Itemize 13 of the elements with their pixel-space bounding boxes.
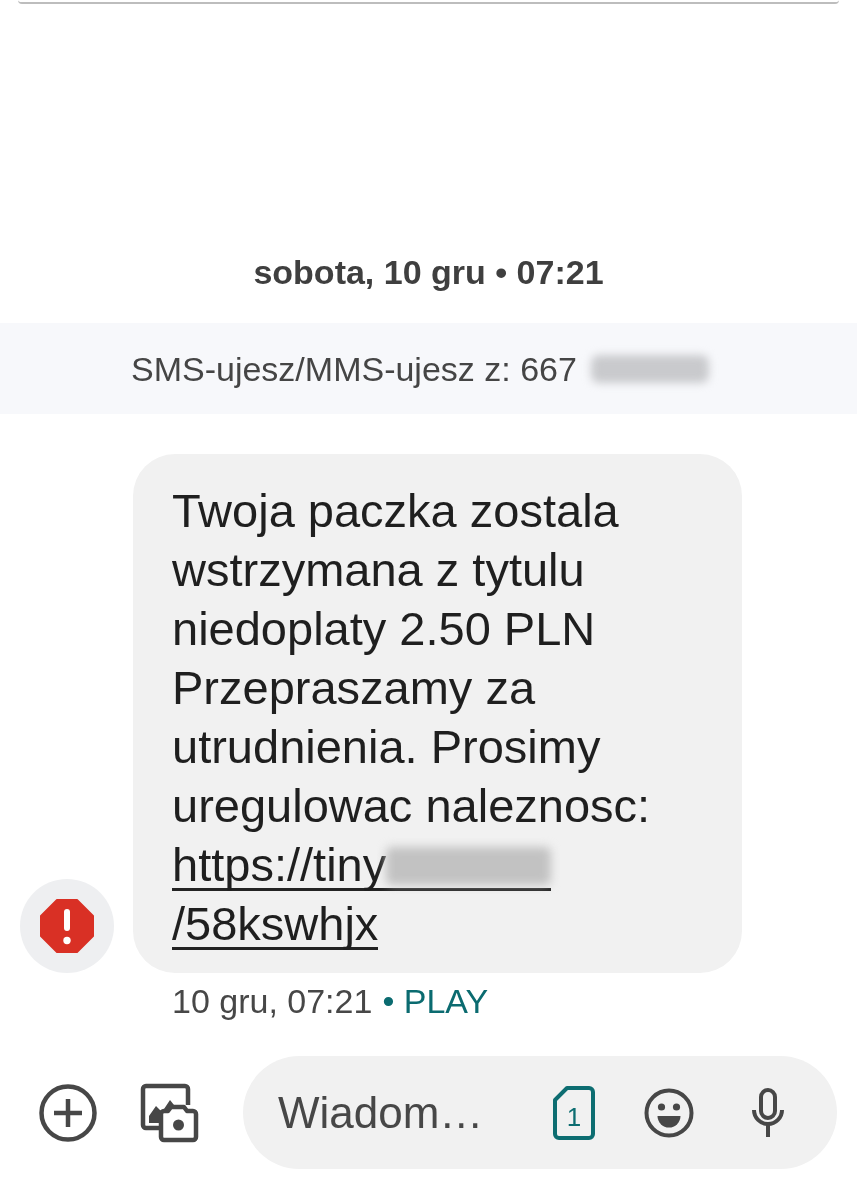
sim-card-icon: [553, 1085, 595, 1140]
microphone-button[interactable]: [751, 1087, 785, 1138]
message-text: Twoja paczka zostala wstrzymana z tytulu niedoplaty 2.50 PLN Przepraszamy za utrudnienia. Prosimy uregulowac naleznosc:: [172, 483, 652, 834]
message-bubble[interactable]: Twoja paczka zostala wstrzymana z tytulu niedoplaty 2.50 PLN Przepraszamy za utrudnienia. Prosimy uregulowac naleznosc: https://tiny /58kswhjx: [133, 454, 742, 973]
carrier-label: • PLAY: [382, 983, 489, 1019]
gallery-camera-button[interactable]: [140, 1082, 200, 1143]
emoji-button[interactable]: [644, 1087, 694, 1138]
add-button[interactable]: [39, 1083, 97, 1142]
message-time: 10 gru, 07:21: [172, 983, 373, 1019]
message-input-field[interactable]: Wiadom…: [278, 1086, 528, 1139]
date-header: sobota, 10 gru • 07:21: [253, 252, 604, 292]
sim-button[interactable]: 1: [553, 1085, 595, 1140]
sender-notice-text: SMS-ujesz/MMS-ujesz z: 667: [131, 348, 577, 389]
